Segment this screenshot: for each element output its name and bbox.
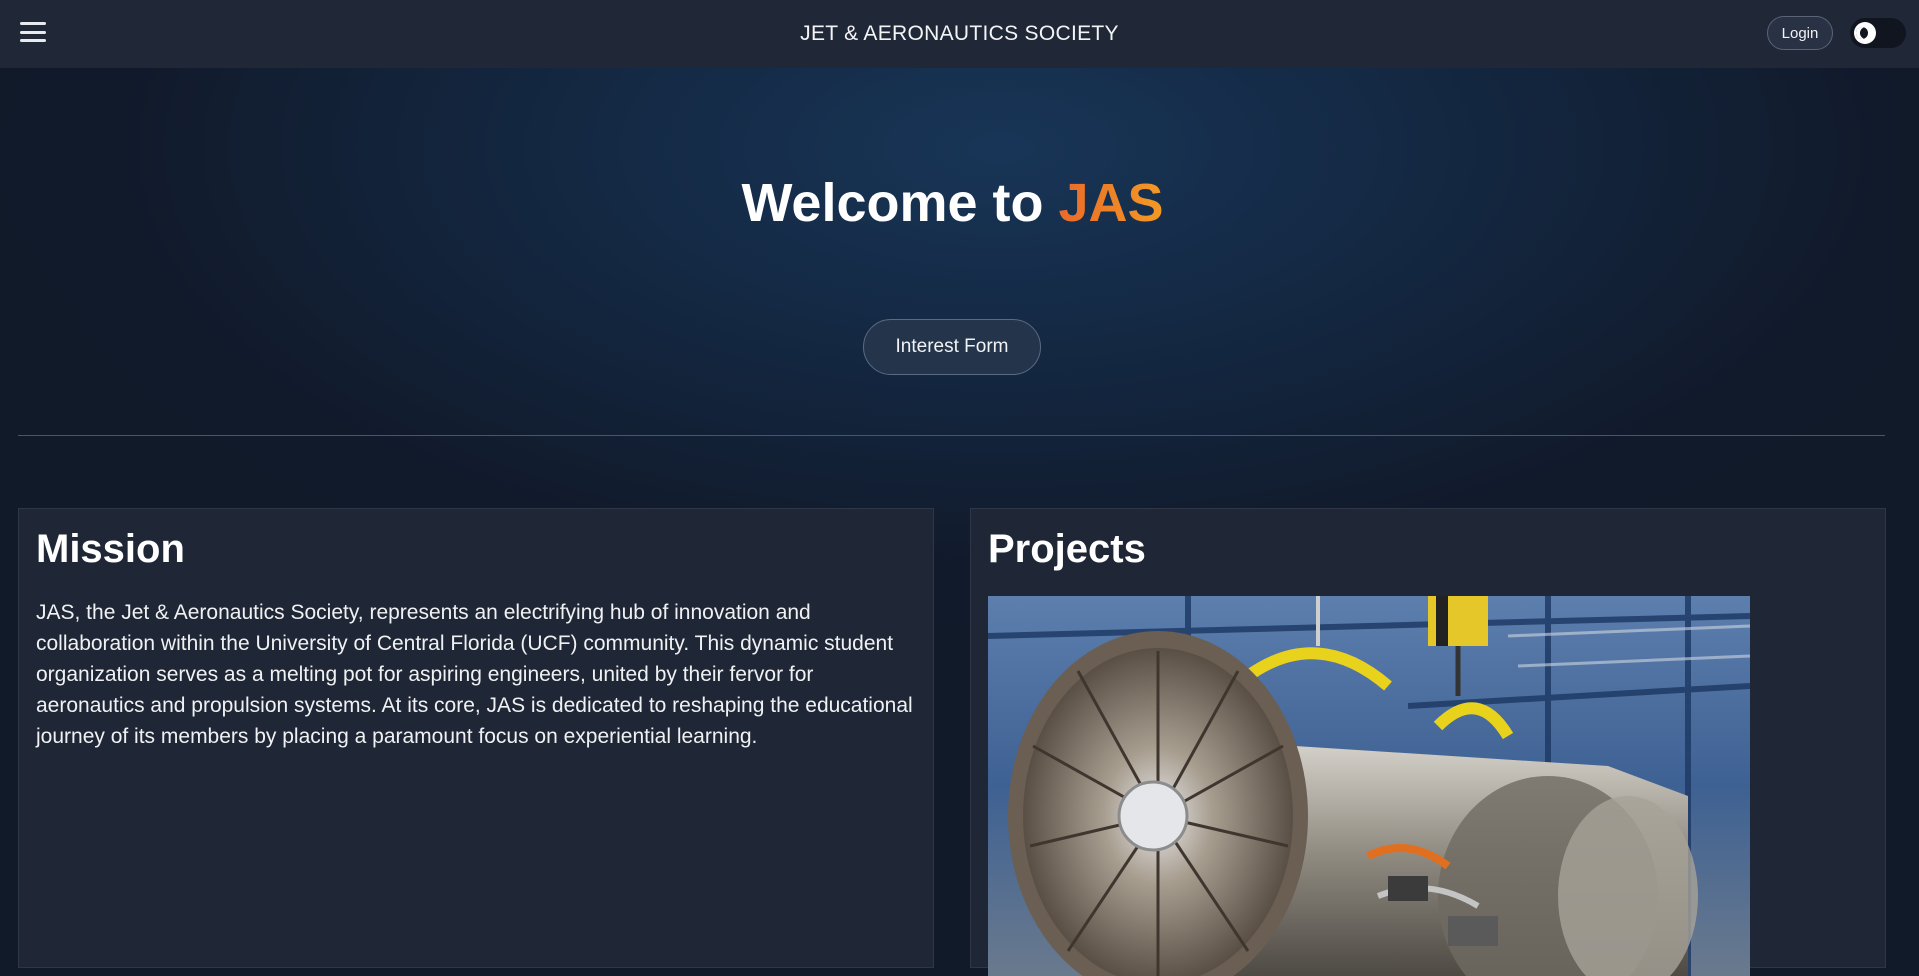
menu-bar-line [20,39,46,42]
menu-bar-line [20,22,46,25]
login-button[interactable]: Login [1767,16,1833,50]
site-title: JET & AERONAUTICS SOCIETY [800,22,1119,45]
moon-icon [1856,27,1868,39]
jet-engine-illustration [988,596,1750,976]
mission-description: JAS, the Jet & Aeronautics Society, repr… [36,601,913,748]
menu-bar-line [20,30,46,34]
hero-section: Welcome to JAS Interest Form Mission JAS… [0,68,1900,976]
welcome-heading: Welcome to JAS [0,172,1905,234]
hamburger-menu-icon[interactable] [20,20,48,44]
projects-card: Projects [970,508,1886,976]
mission-heading: Mission [36,527,185,571]
projects-heading: Projects [988,527,1146,571]
welcome-accent: JAS [1058,173,1164,233]
theme-toggle[interactable] [1850,18,1906,48]
mission-card: Mission JAS, the Jet & Aeronautics Socie… [18,508,934,968]
section-divider [18,435,1885,436]
toggle-knob [1854,22,1876,44]
interest-form-button[interactable]: Interest Form [863,319,1041,375]
welcome-prefix: Welcome to [741,173,1059,233]
jet-engine-photo [988,596,1750,976]
top-navigation-bar: JET & AERONAUTICS SOCIETY Login [0,0,1919,68]
